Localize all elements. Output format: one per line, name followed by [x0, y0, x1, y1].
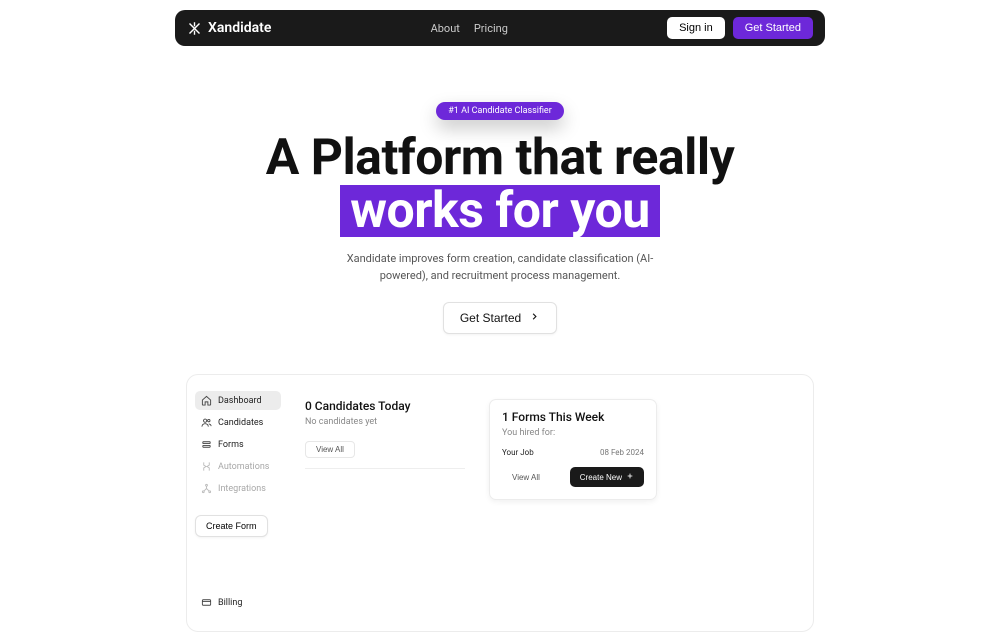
- sidebar-item-label: Automations: [218, 462, 269, 472]
- nav-links: About Pricing: [431, 22, 508, 35]
- create-form-button[interactable]: Create Form: [195, 515, 268, 537]
- chevron-right-icon: [529, 311, 540, 325]
- sidebar-item-label: Integrations: [218, 484, 266, 494]
- forms-createnew-button[interactable]: Create New: [570, 467, 644, 487]
- sidebar-item-automations[interactable]: Automations: [195, 457, 281, 476]
- signin-button[interactable]: Sign in: [667, 17, 725, 39]
- integrations-icon: [201, 483, 212, 494]
- sidebar-item-label: Candidates: [218, 418, 263, 428]
- hero: #1 AI Candidate Classifier A Platform th…: [0, 56, 1000, 356]
- logo-icon: [187, 21, 202, 36]
- forms-panel: 1 Forms This Week You hired for: Your Jo…: [489, 399, 657, 500]
- divider: [305, 468, 465, 469]
- candidates-panel: 0 Candidates Today No candidates yet Vie…: [305, 399, 465, 469]
- sidebar-item-candidates[interactable]: Candidates: [195, 413, 281, 432]
- forms-job: Your Job: [502, 448, 534, 457]
- nav-link-pricing[interactable]: Pricing: [474, 22, 508, 35]
- forms-viewall-button[interactable]: View All: [502, 470, 550, 485]
- candidates-empty: No candidates yet: [305, 417, 465, 427]
- hero-title-line1: A Platform that really: [266, 129, 735, 187]
- hero-title: A Platform that really works for you: [0, 132, 1000, 237]
- getstarted-nav-button[interactable]: Get Started: [733, 17, 813, 39]
- automations-icon: [201, 461, 212, 472]
- forms-hired-label: You hired for:: [502, 428, 644, 438]
- dashboard-main: 0 Candidates Today No candidates yet Vie…: [289, 375, 813, 631]
- sidebar-item-forms[interactable]: Forms: [195, 435, 281, 454]
- sidebar-item-label: Billing: [218, 598, 242, 608]
- logo-text: Xandidate: [208, 20, 271, 36]
- hero-cta-label: Get Started: [460, 311, 521, 325]
- dashboard-preview: Dashboard Candidates Forms Automations: [186, 374, 814, 632]
- users-icon: [201, 417, 212, 428]
- hero-cta-button[interactable]: Get Started: [443, 302, 557, 334]
- createnew-label: Create New: [580, 473, 622, 482]
- sidebar-item-dashboard[interactable]: Dashboard: [195, 391, 281, 410]
- logo[interactable]: Xandidate: [187, 20, 271, 36]
- billing-icon: [201, 597, 212, 608]
- forms-title: 1 Forms This Week: [502, 410, 644, 424]
- sidebar-item-label: Dashboard: [218, 396, 262, 406]
- navbar: Xandidate About Pricing Sign in Get Star…: [175, 10, 825, 46]
- sidebar-item-label: Forms: [218, 440, 244, 450]
- candidates-viewall-button[interactable]: View All: [305, 441, 355, 458]
- hero-title-highlight: works for you: [340, 185, 659, 238]
- forms-icon: [201, 439, 212, 450]
- plus-icon: [626, 472, 634, 482]
- hero-badge: #1 AI Candidate Classifier: [436, 102, 564, 120]
- sidebar: Dashboard Candidates Forms Automations: [187, 375, 289, 631]
- home-icon: [201, 395, 212, 406]
- sidebar-item-billing[interactable]: Billing: [195, 593, 281, 612]
- hero-subtitle: Xandidate improves form creation, candid…: [330, 251, 670, 284]
- nav-link-about[interactable]: About: [431, 22, 460, 35]
- candidates-title: 0 Candidates Today: [305, 399, 465, 413]
- sidebar-item-integrations[interactable]: Integrations: [195, 479, 281, 498]
- forms-date: 08 Feb 2024: [600, 448, 644, 457]
- nav-actions: Sign in Get Started: [667, 17, 813, 39]
